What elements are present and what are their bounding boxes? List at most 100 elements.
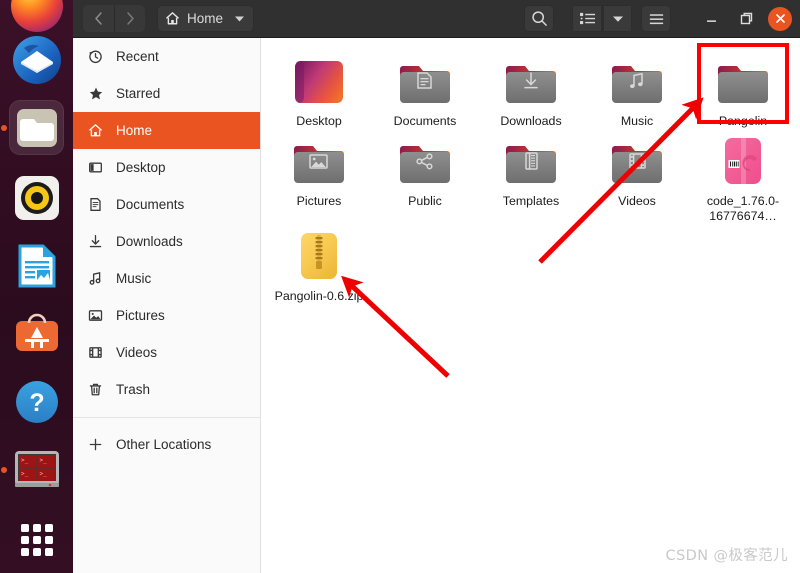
list-view-button[interactable] [572,5,602,32]
sidebar-item-home[interactable]: Home [73,112,260,149]
file-label: Pangolin [718,114,768,128]
file-item[interactable]: Videos [584,130,690,225]
sidebar-item-desktop[interactable]: Desktop [73,149,260,186]
folder-icon [400,66,450,103]
dock-item-libreoffice-writer[interactable] [9,238,64,293]
thunderbird-icon [12,35,61,84]
file-thumbnail [293,231,345,283]
file-item[interactable]: Music [584,50,690,130]
sidebar-item-trash[interactable]: Trash [73,371,260,408]
sidebar-item-documents[interactable]: Documents [73,186,260,223]
close-button[interactable] [768,6,792,31]
dock-item-files[interactable] [1,100,64,155]
dock-item-ubuntu-software[interactable] [9,306,64,361]
view-mode-group [572,5,632,32]
file-item[interactable]: Pangolin-0.6.zip [266,225,372,305]
back-button[interactable] [83,5,114,32]
file-thumbnail [399,136,451,188]
sidebar-item-music[interactable]: Music [73,260,260,297]
image-icon [87,307,104,324]
file-label: Desktop [296,114,342,128]
folder-icon [718,66,768,103]
sidebar-item-label: Trash [116,382,151,397]
file-thumbnail [293,56,345,108]
file-label: Downloads [500,114,562,128]
maximize-button[interactable] [733,6,759,32]
file-item[interactable]: code_1.76.0-16776674… [690,130,796,225]
terminal-icon: >_ >_ >_ >_ [14,450,59,487]
file-label: Pangolin-0.6.zip [274,288,364,303]
navigation-buttons [83,5,145,32]
sidebar-item-pictures[interactable]: Pictures [73,297,260,334]
search-icon [531,11,547,26]
plus-icon [87,436,104,453]
file-label: Templates [502,193,560,208]
file-label: Public [408,193,442,208]
file-view[interactable]: Desktop Documents Downloads Music Pangol… [262,38,800,573]
search-button[interactable] [524,5,554,32]
folder-icon [612,66,662,103]
sidebar-item-recent[interactable]: Recent [73,38,260,75]
close-icon [775,14,785,23]
file-label: Documents [393,114,457,128]
file-item[interactable]: Public [372,130,478,225]
chevron-left-icon [95,12,102,25]
main-menu-button[interactable] [641,5,671,32]
chevron-down-icon [612,16,623,22]
screen: ? >_ >_ >_ >_ Home Recent Starred Home D… [0,0,800,573]
dock-running-indicator-terminator [1,466,7,473]
folder-icon [612,145,662,183]
file-thumbnail [399,56,451,108]
maximize-icon [740,12,752,25]
file-item[interactable]: Documents [372,50,478,130]
sidebar-item-label: Starred [116,86,161,101]
path-bar-label: Home [187,11,224,26]
dock-item-thunderbird[interactable] [9,32,64,87]
hamburger-menu-icon [649,13,663,24]
list-view-icon [579,12,595,25]
sidebar-item-downloads[interactable]: Downloads [73,223,260,260]
sidebar-item-list: Recent Starred Home Desktop Documents Downloa… [73,38,260,408]
home-icon [87,122,104,139]
file-thumbnail [717,136,769,188]
folder-icon [400,145,450,183]
view-options-dropdown-button[interactable] [602,5,632,32]
file-item[interactable]: Downloads [478,50,584,130]
file-label: Videos [618,193,656,208]
music-icon [87,270,104,287]
file-thumbnail [611,136,663,188]
sidebar-item-label: Pictures [116,308,165,323]
sidebar-item-label: Recent [116,49,159,64]
app-grid-icon [20,523,53,556]
dock-item-firefox[interactable] [9,0,64,33]
sidebar-item-other-locations[interactable]: Other Locations [73,426,260,463]
file-item[interactable]: Pangolin [690,50,796,130]
sidebar-item-videos[interactable]: Videos [73,334,260,371]
sidebar-item-label: Other Locations [116,437,212,452]
dock-running-indicator-files [1,124,7,131]
sidebar-item-label: Downloads [116,234,183,249]
sidebar-item-label: Videos [116,345,158,360]
forward-button[interactable] [114,5,145,32]
file-item[interactable]: Templates [478,130,584,225]
file-item[interactable]: Desktop [266,50,372,130]
star-icon [87,85,104,102]
file-item[interactable]: Pictures [266,130,372,225]
sidebar-item-starred[interactable]: Starred [73,75,260,112]
dock-item-terminator[interactable]: >_ >_ >_ >_ [1,442,64,497]
sidebar-item-label: Desktop [116,160,166,175]
sidebar-item-label: Documents [116,197,185,212]
path-bar-home-button[interactable]: Home [157,5,255,32]
places-sidebar: Recent Starred Home Desktop Documents Downloa… [73,38,261,573]
files-icon [16,108,57,147]
headerbar-right [524,5,800,32]
minimize-button[interactable] [698,6,724,32]
dock-item-help[interactable]: ? [9,374,64,429]
document-icon [87,196,104,213]
file-thumbnail [611,56,663,108]
dock-item-rhythmbox[interactable] [9,170,64,225]
headerbar-left: Home [83,5,255,32]
clock-icon [87,48,104,65]
dock-item-show-applications[interactable] [9,512,64,567]
folder-icon [506,145,556,183]
